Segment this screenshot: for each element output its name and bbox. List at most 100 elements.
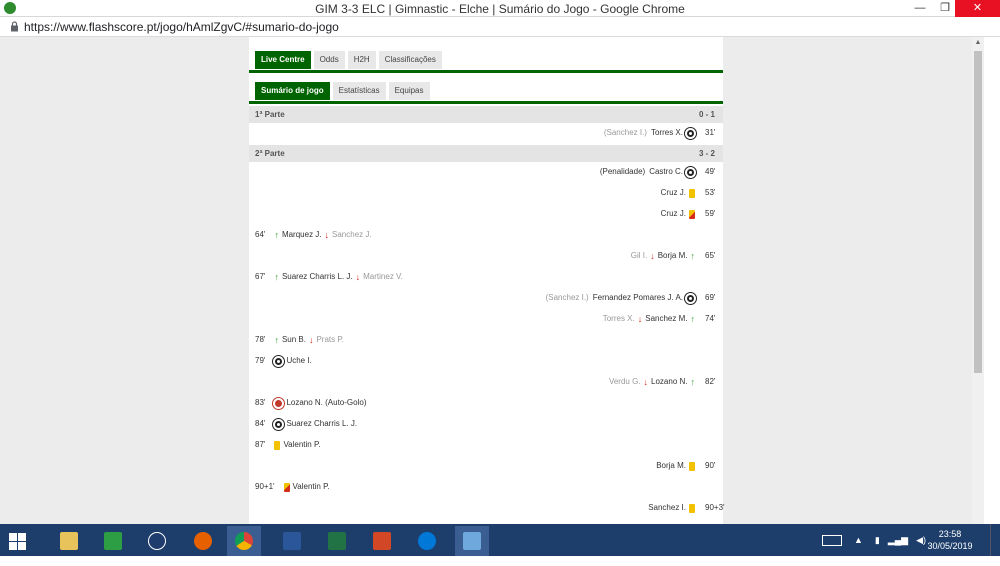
keyboard-icon[interactable] [822,534,842,546]
event-content: Verdu G. ↓ Lozano N. ↑ 82' [609,375,717,389]
event-content: 87' Valentin P. [255,438,321,452]
powerpoint-icon [373,532,391,550]
firefox-button[interactable] [186,526,220,556]
event-content: 84' Suarez Charris L. J. [255,417,357,431]
player-name[interactable]: Valentin P. [293,480,330,494]
chrome-button[interactable] [227,526,261,556]
clock-time: 23:58 [938,529,962,539]
start-button[interactable] [0,526,34,556]
section-score: 3 - 2 [698,149,715,158]
event-minute: 83' [255,398,266,407]
help-button[interactable] [140,526,174,556]
chevron-up-icon[interactable]: ▲ [854,535,863,545]
tab-odds[interactable]: Odds [313,51,345,69]
soccer-ball-icon [273,355,285,367]
lock-icon [11,21,18,32]
player-name[interactable]: Uche I. [286,354,311,368]
event-minute: 90+3' [705,503,725,512]
help-icon [148,532,166,550]
window-titlebar: GIM 3-3 ELC | Gimnastic - Elche | Sumári… [0,0,1000,17]
player-name[interactable]: Valentin P. [283,438,320,452]
event-detail: (Sanchez I.) [603,128,647,137]
player-out[interactable]: Prats P. [316,333,343,347]
vertical-scrollbar[interactable]: ▲ [972,37,984,524]
event-row: Gil I. ↓ Borja M. ↑ 65' [249,249,723,263]
player-out[interactable]: Verdu G. [609,375,641,389]
player-name[interactable]: Borja M. [656,459,686,473]
store-icon [104,532,122,550]
window-edge [984,37,1000,524]
sub-out-arrow-icon: ↓ [637,314,643,324]
player-in[interactable]: Suarez Charris L. J. [282,270,353,284]
soccer-ball-icon [273,418,285,430]
tab-estatisticas[interactable]: Estatísticas [332,82,386,100]
tab-sumario-de-jogo[interactable]: Sumário de jogo [255,82,330,100]
player-name[interactable]: Fernandez Pomares J. A. [593,291,683,305]
word-icon [283,532,301,550]
event-minute: 87' [255,440,266,449]
match-panel: Live Centre Odds H2H Classificações Sumá… [249,37,725,524]
file-explorer-button[interactable] [52,526,86,556]
player-name[interactable]: Torres X. [651,126,683,140]
sub-in-arrow-icon: ↑ [690,251,696,261]
powerpoint-button[interactable] [365,526,399,556]
scroll-up-icon[interactable]: ▲ [974,39,982,47]
event-minute: 65' [705,251,716,260]
edge-icon [418,532,436,550]
remote-desktop-button[interactable] [455,526,489,556]
sub-in-arrow-icon: ↑ [690,314,696,324]
word-button[interactable] [275,526,309,556]
event-row: (Sanchez I.) Torres X. 31' [249,126,723,140]
player-in[interactable]: Borja M. [658,249,688,263]
player-in[interactable]: Sun B. [282,333,306,347]
player-name[interactable]: Suarez Charris L. J. [286,417,357,431]
sub-in-arrow-icon: ↑ [274,335,279,345]
tab-live-centre[interactable]: Live Centre [255,51,311,69]
player-name[interactable]: Castro C. [649,165,683,179]
player-in[interactable]: Sanchez M. [645,312,687,326]
player-name[interactable]: Lozano N. (Auto-Golo) [286,396,366,410]
player-out[interactable]: Sanchez J. [332,228,372,242]
address-bar[interactable]: https://www.flashscore.pt/jogo/hAmlZgvC/… [0,17,1000,37]
clock-date: 30/05/2019 [927,541,973,551]
page-viewport: Live Centre Odds H2H Classificações Sumá… [0,37,972,524]
event-minute: 59' [705,209,716,218]
battery-icon[interactable]: ▮ [875,535,880,546]
close-button[interactable]: ✕ [955,0,1000,17]
url-text[interactable]: https://www.flashscore.pt/jogo/hAmlZgvC/… [24,20,339,34]
section-name: 2ª Parte [255,149,285,158]
folder-icon [60,532,78,550]
window-title: GIM 3-3 ELC | Gimnastic - Elche | Sumári… [315,2,685,16]
player-name[interactable]: Cruz J. [661,186,686,200]
tab-classificacoes[interactable]: Classificações [378,51,442,69]
scrollbar-thumb[interactable] [974,51,982,373]
excel-icon [328,532,346,550]
sub-out-arrow-icon: ↓ [650,251,655,261]
yellow-card-icon [689,503,695,513]
player-out[interactable]: Gil I. [631,249,647,263]
player-out[interactable]: Torres X. [603,312,635,326]
tab-equipas[interactable]: Equipas [388,82,430,100]
screen-bottom-strip [0,556,1000,566]
event-row: Cruz J. 53' [249,186,723,200]
edge-button[interactable] [410,526,444,556]
event-content: Cruz J. 59' [661,207,717,221]
network-icon[interactable]: ▂▄▆ [888,535,908,546]
sub-out-arrow-icon: ↓ [324,230,330,240]
player-name[interactable]: Cruz J. [661,207,686,221]
event-row: Sanchez I. 90+3' [249,501,725,515]
player-out[interactable]: Martinez V. [363,270,403,284]
tab-h2h[interactable]: H2H [347,51,376,69]
taskbar-clock[interactable]: 23:58 30/05/2019 [920,528,980,552]
event-row: 90+1' Valentin P. [249,480,723,494]
player-name[interactable]: Sanchez I. [648,501,686,515]
event-content: Sanchez I. 90+3' [648,501,725,515]
excel-button[interactable] [320,526,354,556]
player-in[interactable]: Marquez J. [282,228,322,242]
event-minute: 90+1' [255,482,275,491]
event-content: 64' ↑ Marquez J. ↓ Sanchez J. [255,228,372,242]
show-desktop-button[interactable] [990,524,1000,556]
player-in[interactable]: Lozano N. [651,375,687,389]
main-tabs: Live Centre Odds H2H Classificações [255,51,445,69]
store-button[interactable] [96,526,130,556]
